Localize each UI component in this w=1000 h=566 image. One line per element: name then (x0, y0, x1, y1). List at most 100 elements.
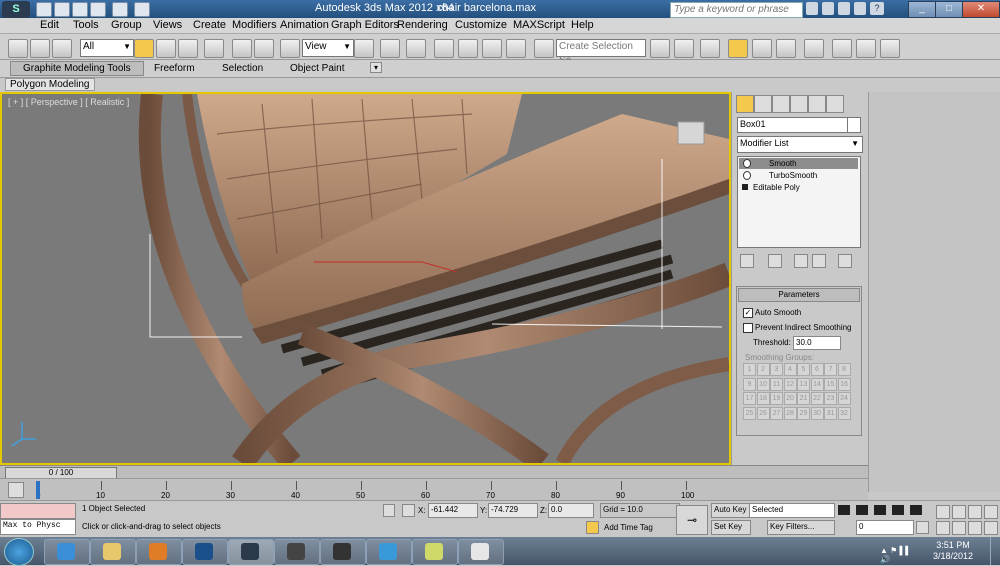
select-and-move-icon[interactable] (232, 39, 252, 58)
menu-help[interactable]: Help (571, 19, 594, 31)
orbit-icon[interactable] (968, 521, 982, 535)
remove-modifier-icon[interactable] (812, 254, 826, 268)
edit-named-selection-icon[interactable] (534, 39, 554, 58)
time-configuration-icon[interactable] (916, 521, 929, 534)
project-folder-icon[interactable] (134, 2, 150, 17)
maximize-viewport-icon[interactable] (984, 521, 998, 535)
help-icon[interactable]: ? (870, 2, 884, 15)
selection-filter-dropdown[interactable]: All ▼ (80, 39, 134, 57)
zoom-extents-icon[interactable] (968, 505, 982, 519)
smoothing-group-button[interactable]: 21 (797, 392, 810, 405)
snaps-toggle-icon[interactable] (434, 39, 454, 58)
schematic-view-icon[interactable] (776, 39, 796, 58)
search-input[interactable]: Type a keyword or phrase (670, 2, 803, 18)
time-slider[interactable]: 0 / 100 (0, 465, 868, 480)
pin-stack-icon[interactable] (740, 254, 754, 268)
smoothing-group-button[interactable]: 31 (824, 406, 837, 420)
next-frame-icon[interactable] (892, 505, 904, 515)
layer-manager-icon[interactable] (700, 39, 720, 58)
redo-icon[interactable] (112, 2, 128, 17)
app-logo-icon[interactable]: S (2, 1, 30, 18)
angle-snap-icon[interactable] (458, 39, 478, 58)
menu-tools[interactable]: Tools (73, 19, 99, 31)
menu-edit[interactable]: Edit (40, 19, 59, 31)
taskbar-photoshop[interactable] (182, 539, 228, 565)
new-file-icon[interactable] (36, 2, 52, 17)
menu-animation[interactable]: Animation (280, 19, 329, 31)
maxscript-listener-input[interactable]: Max to Physc (0, 519, 76, 535)
pan-view-icon[interactable] (952, 521, 966, 535)
material-editor-icon[interactable] (804, 39, 824, 58)
smoothing-group-button[interactable]: 25 (743, 406, 756, 420)
show-desktop-button[interactable] (990, 537, 1000, 565)
goto-end-icon[interactable] (910, 505, 922, 515)
show-end-result-icon[interactable] (768, 254, 782, 268)
curve-editor-icon[interactable] (752, 39, 772, 58)
modifier-list-dropdown[interactable]: Modifier List ▼ (737, 136, 863, 153)
key-filters-button[interactable]: Key Filters... (767, 520, 835, 535)
smoothing-group-button[interactable]: 7 (824, 363, 837, 376)
subscription-icon[interactable] (822, 2, 834, 15)
pivot-center-icon[interactable] (354, 39, 374, 58)
menu-maxscript[interactable]: MAXScript (513, 19, 565, 31)
motion-tab-icon[interactable] (790, 95, 808, 113)
start-button[interactable] (4, 538, 34, 566)
select-and-link-icon[interactable] (8, 39, 28, 58)
make-unique-icon[interactable] (794, 254, 808, 268)
tab-freeform[interactable]: Freeform (154, 63, 195, 74)
smoothing-group-button[interactable]: 13 (797, 377, 810, 391)
ribbon-options-dropdown[interactable]: ▾ (370, 62, 383, 73)
smoothing-group-button[interactable]: 28 (783, 406, 797, 420)
tab-graphite-modeling-tools[interactable]: Graphite Modeling Tools (10, 61, 144, 76)
mirror-icon[interactable] (650, 39, 670, 58)
y-coordinate-field[interactable]: -74.729 (488, 503, 538, 518)
smoothing-group-button[interactable]: 27 (770, 406, 783, 420)
system-clock[interactable]: 3:51 PM 3/18/2012 (928, 540, 978, 562)
time-cursor[interactable] (36, 481, 40, 499)
smoothing-group-button[interactable]: 22 (810, 392, 824, 405)
binoculars-icon[interactable] (806, 2, 818, 15)
maximize-button[interactable]: □ (935, 1, 963, 18)
stack-item-turbosmooth[interactable]: TurboSmooth (739, 170, 858, 181)
taskbar-notes[interactable] (412, 539, 458, 565)
menu-customize[interactable]: Customize (455, 19, 507, 31)
smoothing-group-button[interactable]: 11 (770, 377, 783, 391)
spinner-snap-icon[interactable] (506, 39, 526, 58)
tab-object-paint[interactable]: Object Paint (290, 63, 344, 74)
polygon-modeling-panel[interactable]: Polygon Modeling (5, 78, 95, 91)
smoothing-group-button[interactable]: 20 (783, 392, 797, 405)
minimize-button[interactable]: _ (908, 1, 936, 18)
smoothing-group-button[interactable]: 10 (756, 377, 770, 391)
object-color-swatch[interactable] (847, 117, 861, 133)
auto-key-button[interactable]: Auto Key (711, 503, 751, 518)
parameters-rollout-header[interactable]: Parameters (738, 288, 860, 302)
utilities-tab-icon[interactable] (826, 95, 844, 113)
track-bar[interactable]: 0102030405060708090100 (0, 478, 868, 500)
display-tab-icon[interactable] (808, 95, 826, 113)
smoothing-group-button[interactable]: 3 (770, 363, 783, 376)
key-mode-dropdown[interactable]: Selected (749, 503, 835, 518)
smoothing-group-button[interactable]: 12 (783, 377, 797, 391)
play-icon[interactable] (874, 505, 886, 515)
smoothing-group-button[interactable]: 32 (837, 406, 851, 420)
taskbar-file-explorer[interactable] (90, 539, 136, 565)
undo-icon[interactable] (90, 2, 106, 17)
reference-coordinate-dropdown[interactable]: View ▼ (302, 39, 354, 57)
named-selection-set-input[interactable]: Create Selection Se (556, 39, 646, 66)
taskbar-app-6[interactable] (274, 539, 320, 565)
rendered-frame-window-icon[interactable] (856, 39, 876, 58)
set-key-mode-icon[interactable]: ⊸ (676, 505, 708, 535)
zoom-extents-all-icon[interactable] (984, 505, 998, 519)
save-file-icon[interactable] (72, 2, 88, 17)
create-tab-icon[interactable] (736, 95, 754, 113)
viewport-label[interactable]: [ + ] [ Perspective ] [ Realistic ] (8, 97, 129, 107)
smoothing-group-button[interactable]: 26 (756, 406, 770, 420)
threshold-spinner[interactable]: 30.0 (793, 336, 841, 350)
select-by-name-icon[interactable] (156, 39, 176, 58)
communication-icon[interactable] (838, 2, 850, 15)
graphite-toggle-icon[interactable] (728, 39, 748, 58)
render-setup-icon[interactable] (832, 39, 852, 58)
percent-snap-icon[interactable] (482, 39, 502, 58)
absolute-mode-icon[interactable] (402, 504, 415, 517)
smoothing-group-button[interactable]: 18 (756, 392, 770, 405)
